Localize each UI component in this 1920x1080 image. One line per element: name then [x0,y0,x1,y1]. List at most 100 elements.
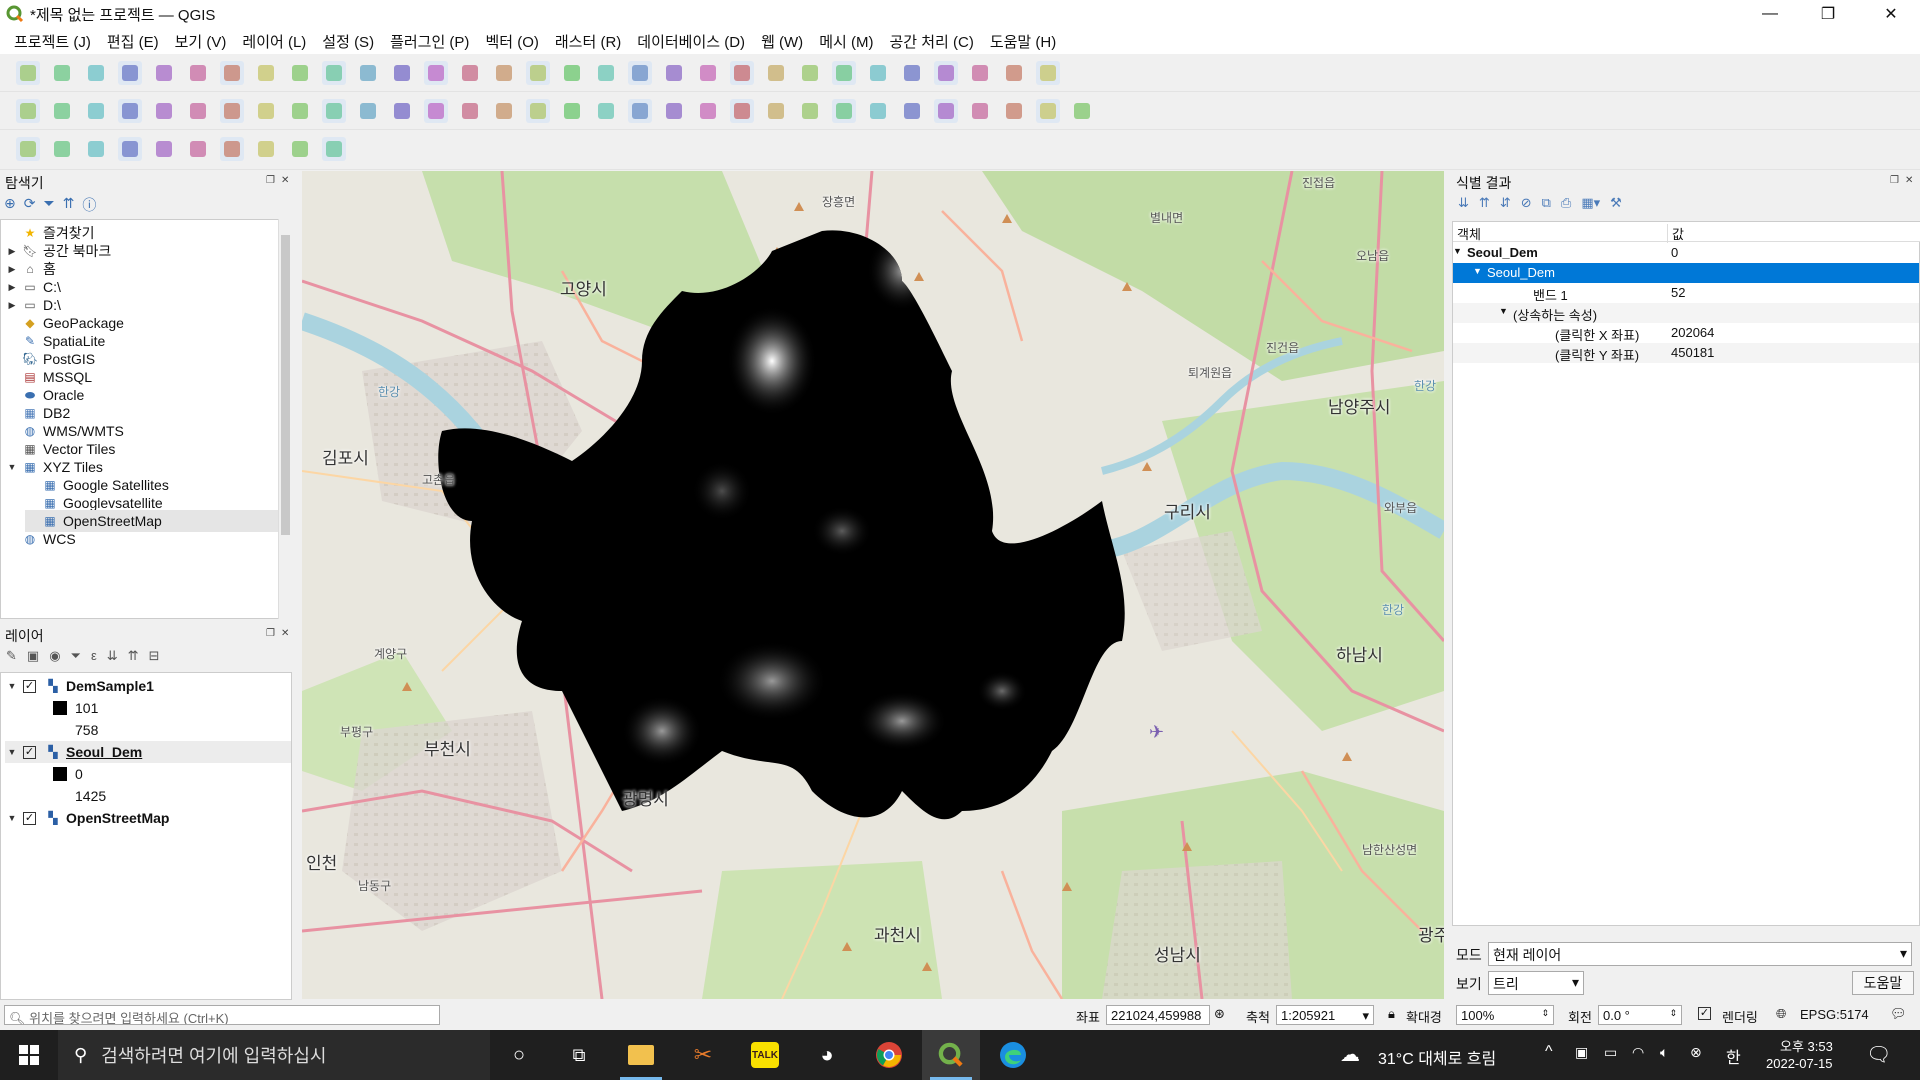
browser-scrollbar[interactable] [278,219,292,619]
task-view-icon[interactable]: ⧉ [550,1030,608,1080]
meet-now-icon[interactable]: ▣ [1575,1044,1588,1061]
clock-time[interactable]: 오후 3:53 [1780,1036,1833,1055]
close-panel-icon[interactable]: ✕ [281,175,289,186]
restore-button[interactable]: ❐ [1799,0,1857,28]
change-label-icon[interactable] [900,99,924,123]
save-as-icon[interactable] [118,61,142,85]
settings-gear-icon[interactable] [866,61,890,85]
collapse-all-icon[interactable]: ⇈ [128,648,139,664]
layer-item[interactable]: ▼ ✓ ▚ Seoul_Dem [5,741,291,763]
add-part-icon[interactable] [50,137,74,161]
collapse-arrow-icon[interactable]: ▼ [5,813,19,823]
collapse-tree-icon[interactable]: ⇈ [1479,195,1490,211]
lock-scale-icon[interactable]: 🔒︎ [1388,1006,1395,1022]
menu-plugins[interactable]: 플러그인 (P) [382,31,477,52]
file-explorer-app[interactable] [612,1030,670,1080]
zoom-native-icon[interactable] [458,61,482,85]
menu-web[interactable]: 웹 (W) [753,31,811,52]
mute-close-icon[interactable]: ⊗ [1690,1044,1702,1061]
new-geopackage-icon[interactable] [50,99,74,123]
measure-icon[interactable] [934,61,958,85]
identify-row[interactable]: ▼ Seoul_Dem [1453,263,1919,283]
reshape-icon[interactable] [186,137,210,161]
fill-ring-icon[interactable] [84,137,108,161]
move-label-icon[interactable] [832,99,856,123]
vertex-tool-icon[interactable] [356,99,380,123]
new-spatialite-icon[interactable] [118,99,142,123]
select-features-icon[interactable] [288,137,312,161]
identify-row[interactable]: ▼ (상속하는 속성) [1453,303,1919,323]
settings-wrench-icon[interactable]: ⚒ [1610,195,1622,211]
zoom-next-icon[interactable] [526,61,550,85]
locator-search-input[interactable]: 🔍︎ 위치를 찾으려면 입력하세요 (Ctrl+K) [4,1005,440,1025]
cut-icon[interactable] [458,99,482,123]
show-bookmarks-icon[interactable] [662,61,686,85]
column-header-value[interactable]: 값 [1667,224,1684,243]
select-icon[interactable] [1002,61,1026,85]
close-button[interactable]: ✕ [1862,0,1920,28]
minimize-button[interactable]: — [1741,0,1799,28]
clear-results-icon[interactable]: ⊘ [1521,195,1532,211]
coordinate-input[interactable]: 221024,459988 [1106,1005,1210,1025]
crs-button[interactable]: EPSG:5174 [1800,1007,1869,1022]
label-abc-red-icon[interactable] [730,99,754,123]
undo-icon[interactable] [560,99,584,123]
delete-icon[interactable] [424,99,448,123]
show-hide-label-icon[interactable] [798,99,822,123]
copy-icon[interactable] [492,99,516,123]
magnifier-spinbox[interactable]: 100% ⇕ [1456,1005,1554,1025]
print-icon[interactable]: ⎙ [1561,195,1571,211]
add-feature-icon[interactable] [322,99,346,123]
menu-processing[interactable]: 공간 처리 (C) [881,31,981,52]
bookmark-icon[interactable] [628,61,652,85]
task-view-button[interactable]: ○ [490,1030,548,1080]
diagram-icon[interactable] [662,99,686,123]
identify-row[interactable]: (클릭한 X 좌표) 202064 [1453,323,1919,343]
menu-settings[interactable]: 설정 (S) [314,31,382,52]
expand-tree-icon[interactable]: ⇊ [1458,195,1469,211]
menu-help[interactable]: 도움말 (H) [982,31,1064,52]
layer-item[interactable]: ▼ ✓ ▚ OpenStreetMap [5,807,291,829]
identify-row[interactable]: 밴드 1 52 [1453,283,1919,303]
zoom-full-icon[interactable] [356,61,380,85]
identify-icon[interactable] [764,61,788,85]
modify-attributes-icon[interactable] [390,99,414,123]
save-project-icon[interactable] [84,61,108,85]
clock-date[interactable]: 2022-07-15 [1766,1056,1833,1071]
game-app[interactable]: ◕ [798,1030,856,1080]
show-hidden-icons-chevron-icon[interactable]: ^ [1545,1043,1553,1061]
layer-item[interactable]: ▼ ✓ ▚ DemSample1 [5,675,291,697]
expand-arrow-icon[interactable]: ▶ [5,300,19,311]
style-layer-icon[interactable]: ✎ [6,648,17,664]
zoom-to-layer-icon[interactable] [424,61,448,85]
save-edits-icon[interactable] [288,99,312,123]
identify-row[interactable]: (클릭한 Y 좌표) 450181 [1453,343,1919,363]
windows-start-button[interactable] [0,1030,58,1080]
virtual-layer-icon[interactable] [186,99,210,123]
expand-arrow-icon[interactable]: ▼ [5,462,19,472]
new-temp-layer-icon[interactable] [152,99,176,123]
offset-curve-icon[interactable] [220,137,244,161]
digitize-icon[interactable] [220,99,244,123]
help-icon[interactable] [1070,99,1094,123]
battery-icon[interactable]: ▭ [1604,1044,1617,1061]
expand-arrow-icon[interactable]: ▶ [5,264,19,275]
copy-feature-icon[interactable]: ⧉ [1542,195,1551,211]
pin-label-icon[interactable] [764,99,788,123]
filter-icon[interactable]: ⏷ [43,195,54,215]
label-icon[interactable] [628,99,652,123]
kakaotalk-app[interactable]: TALK [736,1030,794,1080]
add-selected-icon[interactable]: ⊕ [4,195,16,215]
map-canvas[interactable]: ✈ 고양시 김포시 구리시 남양주시 하남시 부천시 광명시 과천시 성남시 인… [302,171,1444,999]
wifi-icon[interactable]: ◠ [1632,1044,1644,1061]
expand-arrow-icon[interactable]: ▶ [5,282,19,293]
open-project-icon[interactable] [50,61,74,85]
add-ring-icon[interactable] [16,137,40,161]
identify-mode-icon[interactable]: ▦▾ [1581,195,1600,211]
chrome-app[interactable] [860,1030,918,1080]
properties-icon[interactable]: ⓘ [82,195,96,215]
text-annotation-icon[interactable] [1036,61,1060,85]
manage-visibility-icon[interactable]: ◉ [49,648,60,664]
open-table-icon[interactable] [798,61,822,85]
add-group-icon[interactable]: ▣ [27,648,39,664]
